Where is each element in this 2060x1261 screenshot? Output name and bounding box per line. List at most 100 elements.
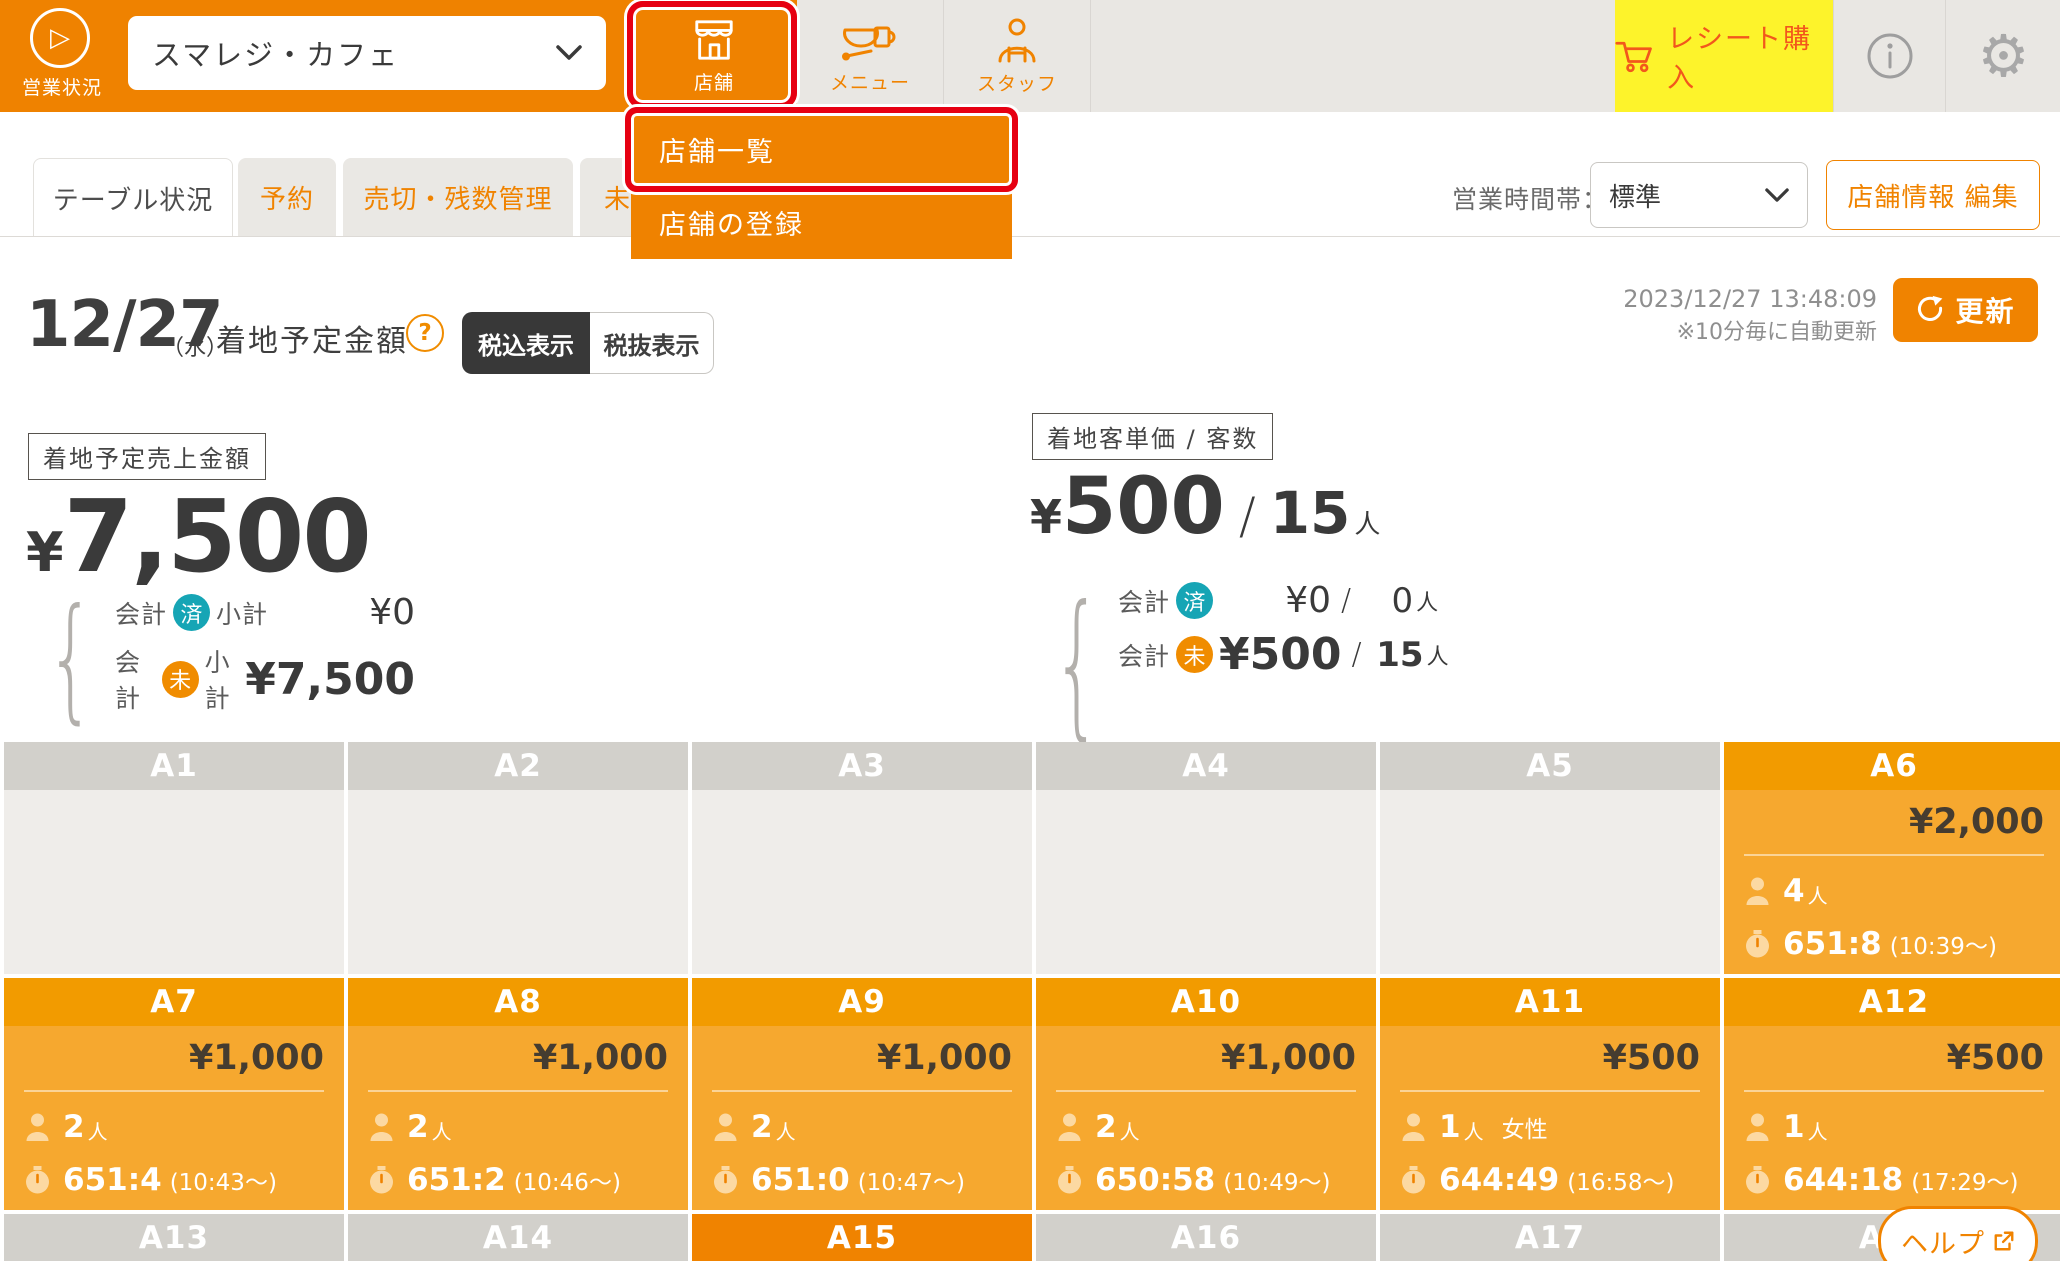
info-button[interactable]: [1833, 0, 1946, 112]
subtotal-label: 小計: [205, 643, 246, 715]
nav-store[interactable]: 店舗: [631, 0, 797, 112]
edit-store-info-button[interactable]: 店舗情報 編集: [1826, 160, 2040, 230]
people-count: 1: [1439, 1109, 1461, 1145]
separator: /: [1341, 583, 1351, 618]
people-row: 4 人: [1744, 873, 2044, 909]
currency-symbol: ¥: [1030, 490, 1062, 544]
subtotal-label: 小計: [216, 595, 268, 631]
time-row: 644:49 (16:58〜): [1400, 1162, 1700, 1198]
refresh-label: 更新: [1955, 290, 2015, 330]
tax-excluded-button[interactable]: 税抜表示: [590, 312, 714, 374]
table-name: A4: [1036, 742, 1376, 790]
elapsed-time: 651:4: [63, 1162, 162, 1198]
people-row: 2 人: [24, 1109, 324, 1145]
tab-table-status[interactable]: テーブル状況: [33, 158, 233, 237]
table-cell[interactable]: A8 ¥1,000 2 人 651:2 (10:46〜): [348, 978, 688, 1210]
start-time: (10:46〜): [514, 1163, 621, 1197]
help-button[interactable]: ヘルプ: [1878, 1206, 2038, 1261]
tab-soldout-management[interactable]: 売切・残数管理: [343, 158, 573, 236]
top-bar-left: ▷ 営業状況 スマレジ・カフェ: [0, 0, 631, 112]
paid-badge: 済: [173, 594, 210, 631]
table-name: A15: [692, 1214, 1032, 1261]
stopwatch-icon: [368, 1166, 395, 1195]
table-cell[interactable]: A7 ¥1,000 2 人 651:4 (10:43〜): [4, 978, 344, 1210]
people-count: 2: [751, 1109, 773, 1145]
unpaid-value: ¥500: [1219, 629, 1341, 680]
table-cell[interactable]: A14: [348, 1214, 688, 1261]
tax-included-button[interactable]: 税込表示: [462, 312, 590, 374]
stopwatch-icon: [1744, 930, 1771, 959]
table-cell[interactable]: A5: [1380, 742, 1720, 974]
menu-item-store-register[interactable]: 店舗の登録: [631, 186, 1012, 259]
table-name: A5: [1380, 742, 1720, 790]
table-cell[interactable]: A2: [348, 742, 688, 974]
tabs-divider: [0, 236, 2060, 237]
table-cell[interactable]: A11 ¥500 1 人 女性 644:49 (16:58〜): [1380, 978, 1720, 1210]
brace-decoration: {: [1052, 572, 1102, 756]
table-cell[interactable]: A6 ¥2,000 4 人 651:8 (10:39〜): [1724, 742, 2060, 974]
table-cell[interactable]: A15: [692, 1214, 1032, 1261]
table-name: A13: [4, 1214, 344, 1261]
table-name: A14: [348, 1214, 688, 1261]
refresh-button[interactable]: 更新: [1893, 278, 2038, 342]
table-amount: ¥1,000: [712, 1026, 1012, 1078]
stopwatch-icon: [1744, 1166, 1771, 1195]
menu-item-store-list[interactable]: 店舗一覧: [631, 113, 1012, 186]
table-cell[interactable]: A1: [4, 742, 344, 974]
tab-reservation[interactable]: 予約: [238, 158, 336, 236]
table-cell[interactable]: A9 ¥1,000 2 人 651:0 (10:47〜): [692, 978, 1032, 1210]
auto-refresh-note: ※10分毎に自動更新: [1540, 314, 1877, 346]
start-time: (16:58〜): [1567, 1163, 1674, 1197]
time-row: 644:18 (17:29〜): [1744, 1162, 2044, 1198]
table-cell[interactable]: A17: [1380, 1214, 1720, 1261]
business-hours-value: 標準: [1609, 177, 1661, 214]
time-row: 650:58 (10:49〜): [1056, 1162, 1356, 1198]
last-updated-timestamp: 2023/12/27 13:48:09: [1540, 284, 1877, 314]
unpaid-badge: 未: [162, 661, 199, 698]
business-status-nav[interactable]: ▷ 営業状況: [22, 8, 98, 100]
table-amount: ¥2,000: [1744, 790, 2044, 842]
per-customer-row-paid: 会計 済 ¥0 / 0 人: [1118, 580, 1449, 621]
tax-display-toggle: 税込表示 税抜表示: [462, 312, 714, 374]
time-row: 651:2 (10:46〜): [368, 1162, 668, 1198]
business-status-label: 営業状況: [22, 73, 98, 100]
account-label: 会計: [1118, 583, 1170, 619]
stopwatch-icon: [712, 1166, 739, 1195]
settings-button[interactable]: ⚙: [1945, 0, 2060, 112]
receipt-purchase-button[interactable]: レシート購入: [1615, 0, 1833, 112]
people-row: 2 人: [1056, 1109, 1356, 1145]
table-amount: ¥1,000: [1056, 1026, 1356, 1078]
table-amount: ¥1,000: [24, 1026, 324, 1078]
per-customer-breakdown: 会計 済 ¥0 / 0 人 会計 未 ¥500 / 15 人: [1118, 580, 1449, 680]
nav-menu[interactable]: メニュー: [797, 0, 943, 112]
people-unit: 人: [1464, 1116, 1484, 1145]
nav-staff[interactable]: スタッフ: [943, 0, 1091, 112]
elapsed-time: 650:58: [1095, 1162, 1215, 1198]
table-cell[interactable]: A13: [4, 1214, 344, 1261]
store-selector[interactable]: スマレジ・カフェ: [128, 16, 606, 90]
table-cell[interactable]: A3: [692, 742, 1032, 974]
start-time: (10:39〜): [1890, 927, 1997, 961]
table-name: A7: [4, 978, 344, 1026]
table-cell[interactable]: A12 ¥500 1 人 644:18 (17:29〜): [1724, 978, 2060, 1210]
chevron-down-icon: [556, 45, 582, 61]
person-icon: [1400, 1112, 1427, 1142]
table-cell[interactable]: A16: [1036, 1214, 1376, 1261]
table-name: A16: [1036, 1214, 1376, 1261]
people-unit: 人: [1808, 1116, 1828, 1145]
time-row: 651:0 (10:47〜): [712, 1162, 1012, 1198]
business-hours-select[interactable]: 標準: [1590, 162, 1808, 228]
help-question-icon[interactable]: ?: [406, 314, 444, 352]
table-name: A8: [348, 978, 688, 1026]
stopwatch-icon: [1400, 1166, 1427, 1195]
stopwatch-icon: [1056, 1166, 1083, 1195]
table-cell[interactable]: A4: [1036, 742, 1376, 974]
refresh-icon: [1915, 295, 1945, 325]
unpaid-badge: 未: [1176, 636, 1213, 673]
forecast-amount-title: 着地予定金額: [216, 316, 408, 360]
start-time: (10:43〜): [170, 1163, 277, 1197]
account-label: 会計: [1118, 637, 1170, 673]
people-row: 1 人 女性: [1400, 1109, 1700, 1145]
staff-icon: [996, 17, 1038, 63]
table-cell[interactable]: A10 ¥1,000 2 人 650:58 (10:49〜): [1036, 978, 1376, 1210]
